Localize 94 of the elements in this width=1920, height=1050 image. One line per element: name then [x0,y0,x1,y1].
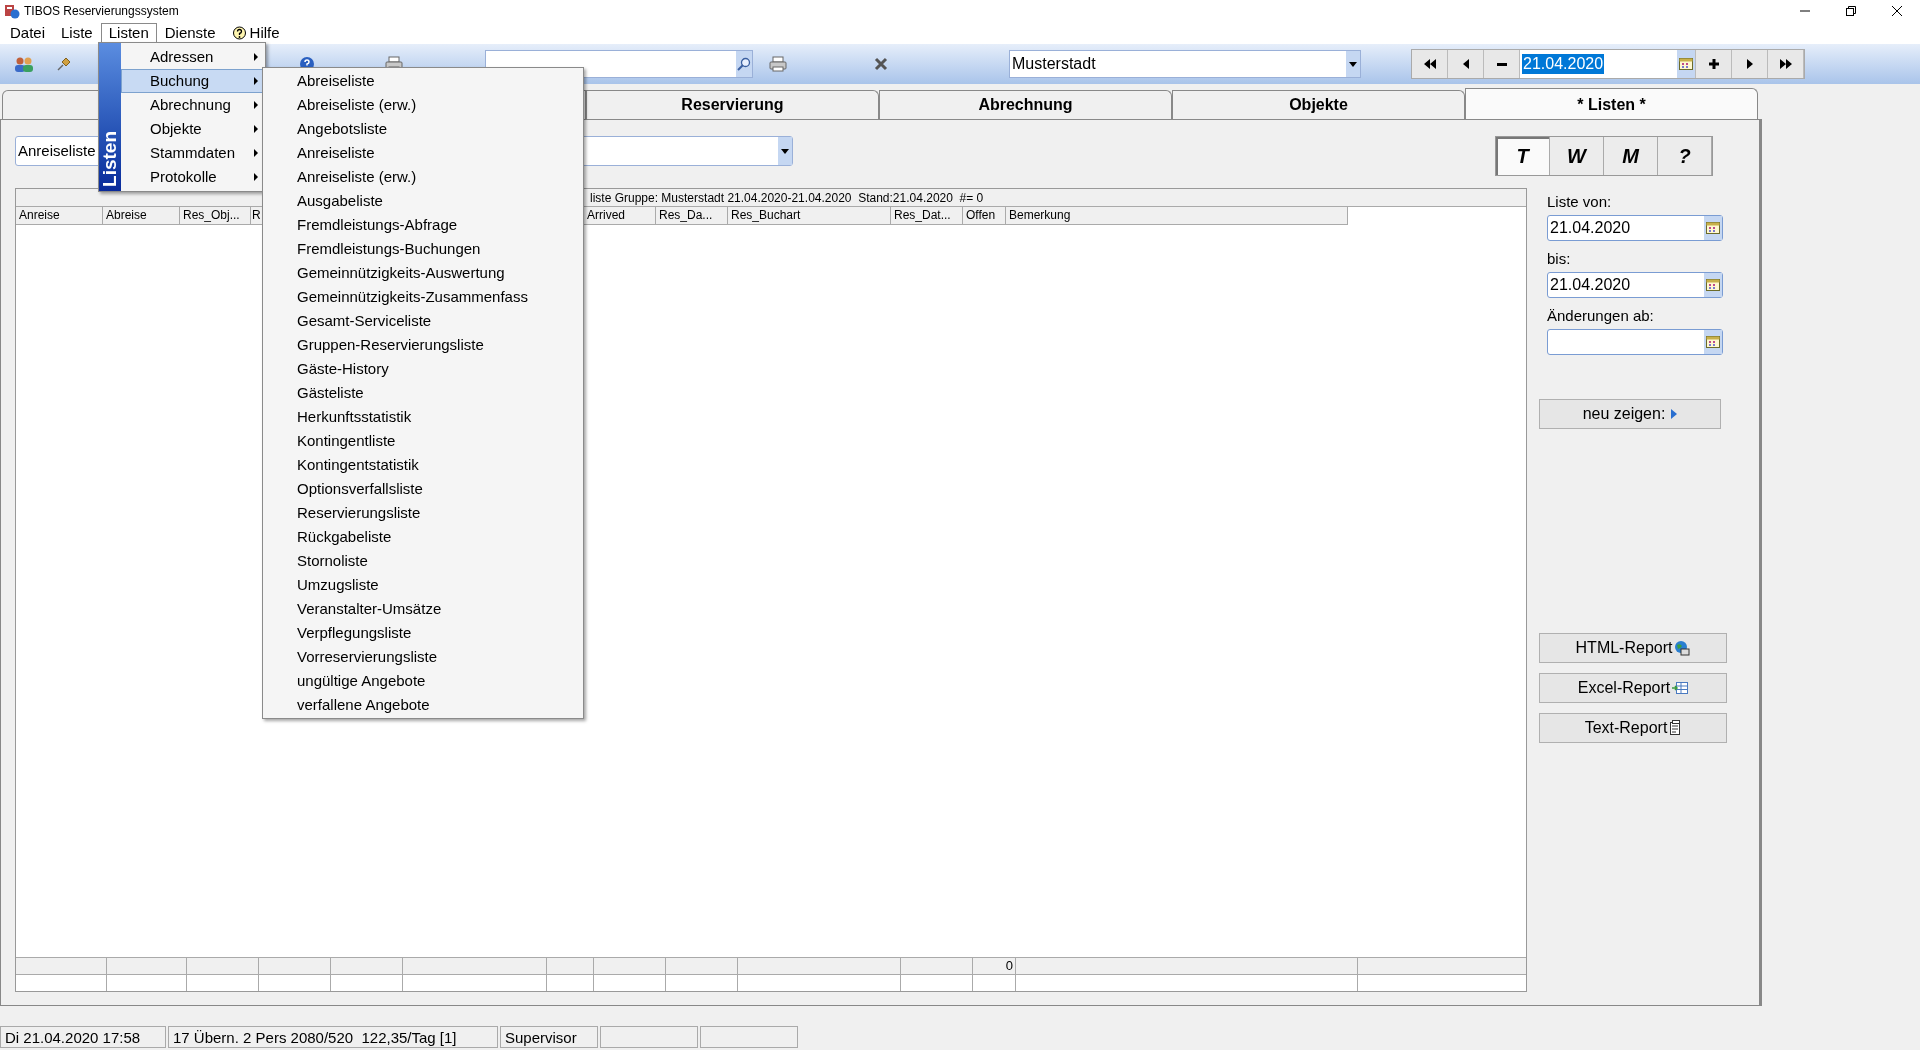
menu-item[interactable]: Stornoliste [263,549,583,573]
submenu-arrow-icon [254,173,258,181]
menu-item[interactable]: Abrechnung [121,93,265,117]
menu-item[interactable]: verfallene Angebote [263,693,583,717]
location-combobox[interactable]: Musterstadt [1009,50,1361,78]
menu-item[interactable]: Veranstalter-Umsätze [263,597,583,621]
spreadsheet-icon [1672,682,1689,694]
help-icon [231,25,247,41]
column-header[interactable]: Bemerkung [1006,207,1348,225]
document-icon [1669,720,1682,736]
column-header[interactable]: Res_Dat... [891,207,963,225]
menu-item[interactable]: Anreiseliste [263,141,583,165]
menu-item[interactable]: Umzugsliste [263,573,583,597]
report-button[interactable]: HTML-Report [1539,633,1727,663]
menu-item[interactable]: Listen [100,22,157,44]
menu-item[interactable]: Datei [2,22,54,44]
menu-item[interactable]: Protokolle [121,165,265,189]
tab[interactable]: Abrechnung [879,90,1172,119]
menu-item[interactable]: Gemeinnützigkeits-Auswertung [263,261,583,285]
menu-item[interactable]: Buchung [121,69,265,93]
menu-item[interactable]: Optionsverfallsliste [263,477,583,501]
menu-item[interactable]: ungültige Angebote [263,669,583,693]
report-button[interactable]: Excel-Report [1539,673,1727,703]
menu-item[interactable]: Liste [53,22,101,44]
calendar-icon[interactable] [1704,273,1722,297]
menu-item[interactable]: Herkunftsstatistik [263,405,583,429]
menu-item[interactable]: Ausgabeliste [263,189,583,213]
date-field[interactable] [1547,329,1723,355]
refresh-button[interactable]: neu zeigen: [1539,399,1721,429]
period-button[interactable]: ? [1658,137,1712,175]
menu-item[interactable]: Anreiseliste (erw.) [263,165,583,189]
menu-item[interactable]: Kontingentliste [263,429,583,453]
window-title: TIBOS Reservierungssystem [24,3,179,20]
report-button[interactable]: Text-Report [1539,713,1727,743]
calendar-icon[interactable] [1677,50,1695,78]
field-label: bis: [1547,250,1572,268]
column-header[interactable]: Arrived [584,207,656,225]
app-icon [4,3,20,19]
status-panel: Supervisor [500,1026,598,1048]
tab[interactable]: * Listen * [1465,88,1758,119]
globe-computer-icon [1674,640,1691,656]
menu-item[interactable]: Verpflegungsliste [263,621,583,645]
menu-title: Listen [97,131,121,187]
field-label: Änderungen ab: [1547,307,1655,325]
period-button[interactable]: T [1496,137,1550,175]
menu-item[interactable]: Adressen [121,45,265,69]
status-panel: 17 Übern. 2 Pers 2080/520 122,35/Tag [1] [168,1026,498,1048]
menu-item[interactable]: Fremdleistungs-Buchungen [263,237,583,261]
pin-icon[interactable] [56,56,72,72]
menu-item[interactable]: Reservierungsliste [263,501,583,525]
tab[interactable]: Reservierung [586,90,879,119]
menu-item[interactable]: Gästeliste [263,381,583,405]
search-icon[interactable] [736,51,752,77]
menu-item[interactable]: Objekte [121,117,265,141]
menu-item[interactable]: Gesamt-Serviceliste [263,309,583,333]
calendar-icon[interactable] [1704,216,1722,240]
column-header[interactable]: Res_Obj... [180,207,251,225]
period-button[interactable]: W [1550,137,1604,175]
column-header[interactable]: Res_Da... [656,207,728,225]
delete-icon[interactable] [873,56,889,72]
column-header[interactable]: Abreise [103,207,180,225]
menu-item[interactable]: Angebotsliste [263,117,583,141]
column-header[interactable]: Anreise [16,207,103,225]
tab[interactable]: Objekte [1172,90,1465,119]
menu-item[interactable]: Rückgabeliste [263,525,583,549]
menu-item[interactable]: Gemeinnützigkeits-Zusammenfass [263,285,583,309]
menu-item[interactable]: Stammdaten [121,141,265,165]
submenu-arrow-icon [254,101,258,109]
calendar-icon[interactable] [1704,330,1722,354]
period-button[interactable]: M [1604,137,1658,175]
people-icon[interactable] [14,56,34,72]
menu-item[interactable]: Dienste [156,22,224,44]
menu-item[interactable]: Hilfe [223,22,288,44]
menu-item[interactable]: Gruppen-Reservierungsliste [263,333,583,357]
menu-item[interactable]: Vorreservierungsliste [263,645,583,669]
submenu-arrow-icon [254,149,258,157]
column-header[interactable]: Res_Buchart [728,207,891,225]
menu-item[interactable]: Gäste-History [263,357,583,381]
submenu-arrow-icon [254,53,258,61]
date-field[interactable]: 21.04.2020 [1520,50,1696,78]
menu-item[interactable]: Abreiseliste (erw.) [263,93,583,117]
field-label: Liste von: [1547,193,1613,211]
submenu-arrow-icon [254,125,258,133]
menu-item[interactable]: Fremdleistungs-Abfrage [263,213,583,237]
submenu-arrow-icon [254,77,258,85]
play-icon [1671,409,1678,419]
status-panel: Di 21.04.2020 17:58 [0,1026,166,1048]
menu-item[interactable]: Kontingentstatistik [263,453,583,477]
date-field[interactable]: 21.04.2020 [1547,215,1723,241]
table-caption: liste Gruppe: Musterstadt 21.04.2020-21.04.2020 Stand:21.04.2020 #= 0 [590,189,984,207]
menu-item[interactable]: Abreiseliste [263,69,583,93]
date-field[interactable]: 21.04.2020 [1547,272,1723,298]
printer-icon[interactable] [769,56,787,72]
column-header[interactable]: Offen [963,207,1006,225]
